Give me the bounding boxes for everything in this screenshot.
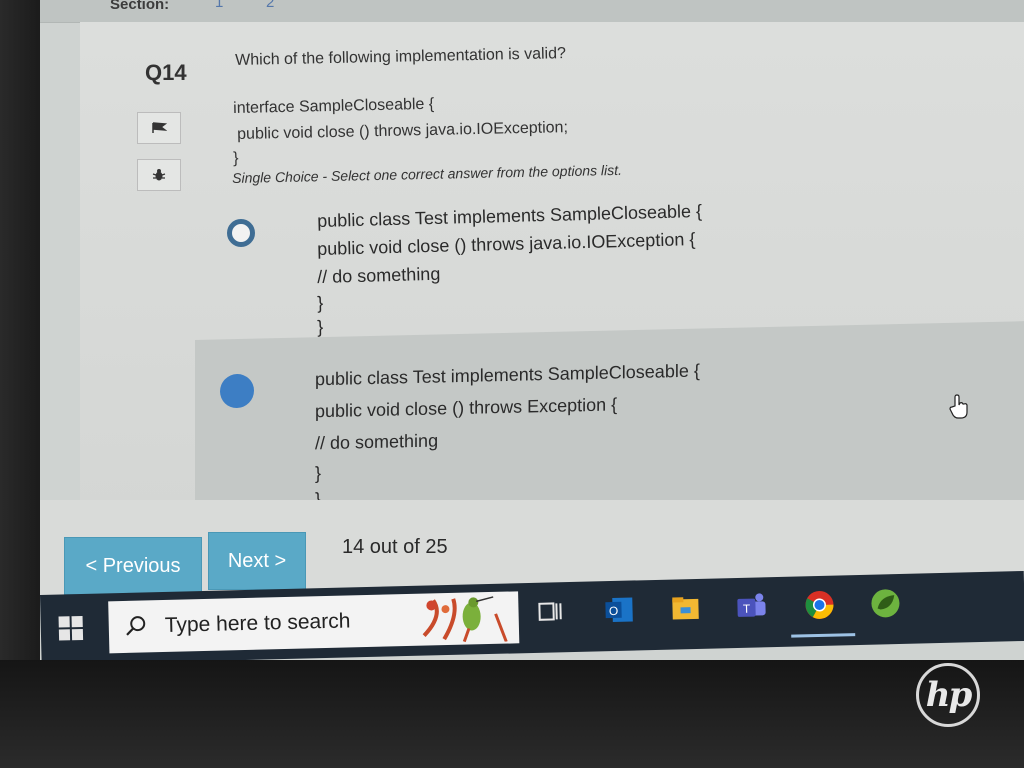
chrome-active-indicator — [791, 633, 856, 638]
svg-text:O: O — [609, 604, 619, 618]
question-text: Which of the following implementation is… — [235, 45, 567, 69]
section-tab-1[interactable]: 1 — [215, 0, 223, 11]
task-view-icon[interactable] — [532, 594, 567, 629]
question-code-line: } — [233, 149, 239, 167]
question-number: Q14 — [145, 60, 187, 85]
option-1-line: public void close () throws java.io.IOEx… — [317, 229, 696, 259]
windows-logo-icon — [58, 616, 70, 628]
file-explorer-icon[interactable] — [668, 591, 703, 626]
flag-button[interactable] — [137, 112, 181, 144]
option-1-line: } — [317, 316, 324, 337]
option-1[interactable]: public class Test implements SampleClose… — [195, 197, 1024, 337]
chrome-icon[interactable] — [802, 588, 837, 623]
search-placeholder: Type here to search — [164, 609, 351, 637]
section-tab-2[interactable]: 2 — [266, 0, 274, 11]
next-button[interactable]: Next > — [208, 532, 306, 590]
flag-icon — [152, 122, 168, 133]
bug-icon — [152, 169, 166, 181]
search-icon — [126, 616, 146, 636]
svg-text:T: T — [743, 602, 751, 616]
hand-cursor-icon — [949, 394, 968, 419]
teams-icon[interactable]: T — [734, 589, 769, 624]
option-2-radio[interactable] — [220, 373, 254, 409]
question-panel: Q14 Which of the following implementatio… — [80, 22, 1024, 527]
report-bug-button[interactable] — [137, 159, 181, 191]
taskbar-search[interactable]: Type here to search — [108, 591, 520, 654]
start-button[interactable] — [58, 615, 86, 643]
answer-instruction: Single Choice - Select one correct answe… — [232, 161, 623, 186]
search-highlight-image — [422, 596, 508, 643]
outlook-icon[interactable]: O — [602, 592, 637, 627]
option-1-line: // do something — [317, 263, 441, 287]
option-2-line: // do something — [315, 430, 439, 454]
previous-button[interactable]: < Previous — [64, 537, 202, 595]
option-1-radio[interactable] — [227, 219, 255, 247]
option-1-line: } — [317, 292, 324, 313]
screen: Section: 1 2 Q14 Which of the following … — [40, 0, 1024, 660]
section-bar: Section: 1 2 — [40, 0, 1024, 23]
monitor-bezel-bottom — [0, 660, 1024, 768]
option-2-line: public class Test implements SampleClose… — [315, 360, 700, 390]
option-2-line: } — [315, 463, 322, 484]
question-progress: 14 out of 25 — [342, 536, 448, 558]
section-label: Section: — [110, 0, 170, 13]
spring-icon[interactable] — [868, 586, 903, 621]
question-code-line: public void close () throws java.io.IOEx… — [237, 119, 569, 143]
option-1-line: public class Test implements SampleClose… — [317, 200, 703, 231]
option-2[interactable]: public class Test implements SampleClose… — [195, 320, 1024, 525]
option-2-line: public void close () throws Exception { — [315, 394, 618, 422]
hp-logo: hp — [916, 663, 980, 727]
question-code-line: interface SampleCloseable { — [233, 95, 435, 117]
